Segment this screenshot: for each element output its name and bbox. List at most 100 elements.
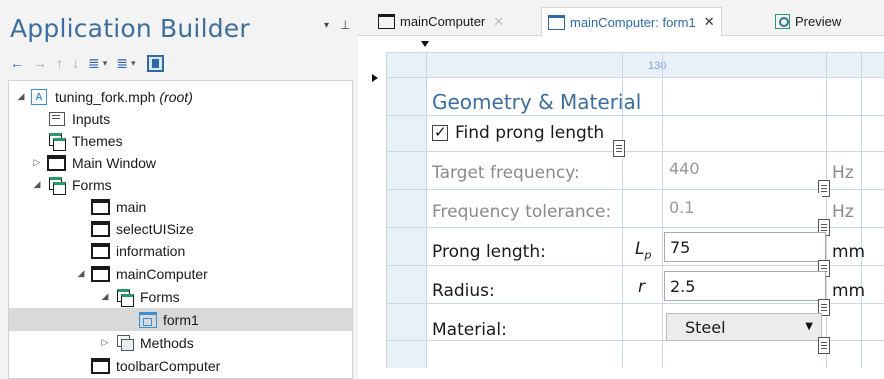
tab-preview[interactable]: Preview — [769, 7, 847, 36]
target-frequency-label: Target frequency: — [432, 163, 580, 183]
chevron-down-icon: ▼ — [805, 321, 813, 332]
grid-row-header-band — [386, 52, 426, 368]
themes-icon — [47, 132, 66, 151]
form-icon — [91, 242, 110, 259]
tree-item-label: Forms — [140, 288, 180, 305]
grid-header-band — [386, 52, 884, 77]
tree-item-label: selectUISize — [116, 220, 194, 237]
tree-item-root-suffix: (root) — [159, 88, 193, 105]
tree-item-inputs[interactable]: Inputs — [9, 107, 352, 130]
frequency-tolerance-unit: Hz — [832, 202, 854, 222]
tree-item-form1[interactable]: form1 — [9, 308, 352, 331]
application-tree: ◢ A tuning_fork.mph (root) Inputs Themes… — [8, 80, 353, 379]
collapse-list-dropdown-icon[interactable]: ▾ — [131, 54, 136, 72]
tree-item-label: form1 — [163, 311, 199, 328]
tree-item-label: Inputs — [72, 110, 111, 127]
grid-line — [386, 77, 884, 78]
preview-icon — [775, 14, 790, 29]
editor-area: mainComputer ✕ mainComputer: form1 ✕ Pre… — [358, 0, 884, 379]
pin-icon[interactable]: ⊥ — [340, 18, 350, 32]
builder-toolbar: ← → ↑ ↓ ≣ ▾ ≣ ▾ — [10, 54, 164, 72]
tree-item-forms[interactable]: ◢ Forms — [9, 173, 352, 196]
form-icon — [378, 14, 395, 29]
tree-item-selectuisize[interactable]: selectUISize — [9, 217, 352, 240]
tree-item-label: information — [116, 242, 186, 259]
material-selected-value: Steel — [685, 318, 726, 337]
tree-item-methods[interactable]: ▷ Methods — [9, 331, 352, 354]
inputs-icon — [47, 110, 66, 127]
radius-symbol: r — [638, 277, 645, 297]
tree-item-label: Forms — [72, 176, 112, 193]
tree-item-root[interactable]: ◢ A tuning_fork.mph (root) — [9, 85, 352, 108]
close-icon[interactable]: ✕ — [704, 14, 715, 30]
prong-length-field[interactable]: 75 — [664, 232, 826, 262]
grid-line — [386, 115, 884, 116]
column-marker-icon[interactable] — [421, 41, 429, 47]
expand-arrow-icon[interactable]: ◢ — [75, 268, 87, 279]
checkbox-label: Find prong length — [455, 123, 605, 143]
grid-line — [861, 52, 862, 368]
form-icon — [91, 265, 110, 282]
tree-item-maincomputer[interactable]: ◢ mainComputer — [9, 262, 352, 285]
grid-line — [662, 52, 663, 368]
panel-menu-icon[interactable]: ▾ — [324, 20, 329, 31]
grid-line — [386, 303, 884, 304]
grid-line — [426, 52, 427, 368]
target-frequency-field[interactable]: 440 — [666, 154, 822, 184]
window-icon — [47, 154, 66, 171]
tree-item-main[interactable]: main — [9, 195, 352, 218]
grid-line — [386, 227, 884, 228]
radius-field[interactable]: 2.5 — [664, 271, 826, 301]
collapse-list-icon[interactable]: ≣ — [116, 54, 128, 72]
tab-label: mainComputer: form1 — [570, 14, 696, 30]
editor-tab-bar: mainComputer ✕ mainComputer: form1 ✕ Pre… — [358, 0, 884, 37]
move-down-icon[interactable]: ↓ — [72, 54, 79, 72]
column-width-label: 130 — [648, 60, 667, 72]
grid-line — [386, 265, 884, 266]
radius-label: Radius: — [432, 281, 495, 301]
memo-icon — [613, 140, 625, 157]
tree-item-toolbarcomputer[interactable]: toolbarComputer — [9, 354, 352, 377]
expand-arrow-icon[interactable]: ▷ — [31, 157, 43, 168]
form-icon — [548, 14, 565, 30]
tree-item-themes[interactable]: Themes — [9, 129, 352, 152]
material-label: Material: — [432, 320, 507, 340]
panel-title: Application Builder — [10, 14, 250, 43]
back-arrow-icon[interactable]: ← — [10, 54, 24, 72]
tree-item-subforms[interactable]: ◢ Forms — [9, 285, 352, 308]
layout-toggle-icon[interactable] — [146, 54, 164, 72]
form-icon — [139, 311, 157, 328]
forward-arrow-icon[interactable]: → — [33, 54, 47, 72]
expand-arrow-icon[interactable]: ◢ — [99, 291, 111, 302]
prong-length-unit: mm — [832, 242, 866, 262]
expand-list-icon[interactable]: ≣ — [88, 54, 100, 72]
target-frequency-unit: Hz — [832, 163, 854, 183]
tab-maincomputer-form1[interactable]: mainComputer: form1 ✕ — [541, 7, 722, 37]
tree-item-label: mainComputer — [116, 265, 208, 282]
frequency-tolerance-field[interactable]: 0.1 — [666, 193, 822, 223]
forms-icon — [47, 176, 66, 195]
tree-item-label: Themes — [72, 132, 123, 149]
move-up-icon[interactable]: ↑ — [56, 54, 63, 72]
tree-item-main-window[interactable]: ▷ Main Window — [9, 151, 352, 174]
material-dropdown[interactable]: Steel ▼ — [666, 313, 822, 341]
find-prong-length-checkbox[interactable] — [432, 123, 448, 141]
tab-maincomputer[interactable]: mainComputer ✕ — [372, 7, 510, 36]
tab-label: mainComputer — [400, 14, 486, 29]
close-icon[interactable]: ✕ — [493, 14, 504, 30]
expand-arrow-icon[interactable]: ◢ — [31, 179, 43, 190]
tree-item-label: main — [116, 198, 147, 215]
form-canvas[interactable]: 130 Geometry & Material Find prong lengt… — [358, 37, 884, 379]
form-title: Geometry & Material — [432, 90, 642, 114]
prong-length-symbol: Lp — [635, 239, 651, 261]
expand-arrow-icon[interactable]: ▷ — [99, 337, 111, 348]
row-marker-icon[interactable] — [372, 74, 378, 82]
tree-item-label: tuning_fork.mph — [55, 88, 156, 105]
tree-item-information[interactable]: information — [9, 239, 352, 262]
expand-arrow-icon[interactable]: ◢ — [15, 91, 27, 102]
tree-item-label: toolbarComputer — [116, 357, 221, 374]
expand-list-dropdown-icon[interactable]: ▾ — [103, 54, 108, 72]
tab-label: Preview — [795, 14, 842, 29]
prong-length-label: Prong length: — [432, 242, 546, 262]
frequency-tolerance-label: Frequency tolerance: — [432, 202, 612, 222]
